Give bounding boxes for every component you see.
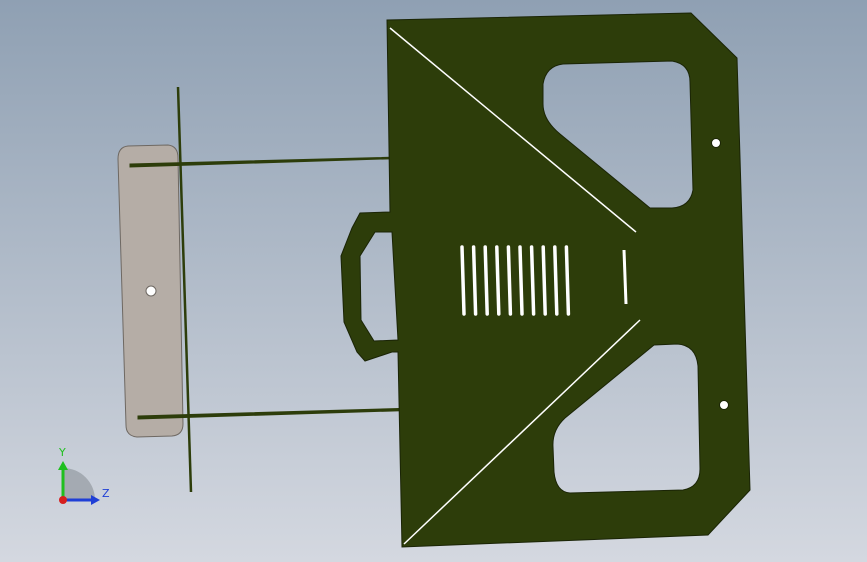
mount-hole-upper xyxy=(711,138,721,148)
vent-slot xyxy=(564,245,571,316)
vent-slot xyxy=(506,245,513,316)
graphics-viewport[interactable]: Y Z xyxy=(0,0,867,562)
mount-hole-lower xyxy=(719,400,729,410)
center-slot xyxy=(622,249,628,305)
vent-slot xyxy=(471,245,478,316)
triad-z-label: Z xyxy=(102,487,110,500)
vent-slot xyxy=(483,245,489,316)
triad-y-label: Y xyxy=(58,446,66,459)
vent-slot xyxy=(529,245,536,316)
vent-slot xyxy=(495,245,501,316)
bracket-hole xyxy=(145,285,157,297)
vent-slot xyxy=(518,245,524,316)
vent-slot xyxy=(541,245,547,316)
vent-slot xyxy=(553,245,559,316)
triad-x-origin xyxy=(59,496,67,504)
vent-slot xyxy=(460,245,466,316)
side-bracket[interactable] xyxy=(117,144,184,438)
model-scene[interactable]: Y Z xyxy=(0,0,867,562)
